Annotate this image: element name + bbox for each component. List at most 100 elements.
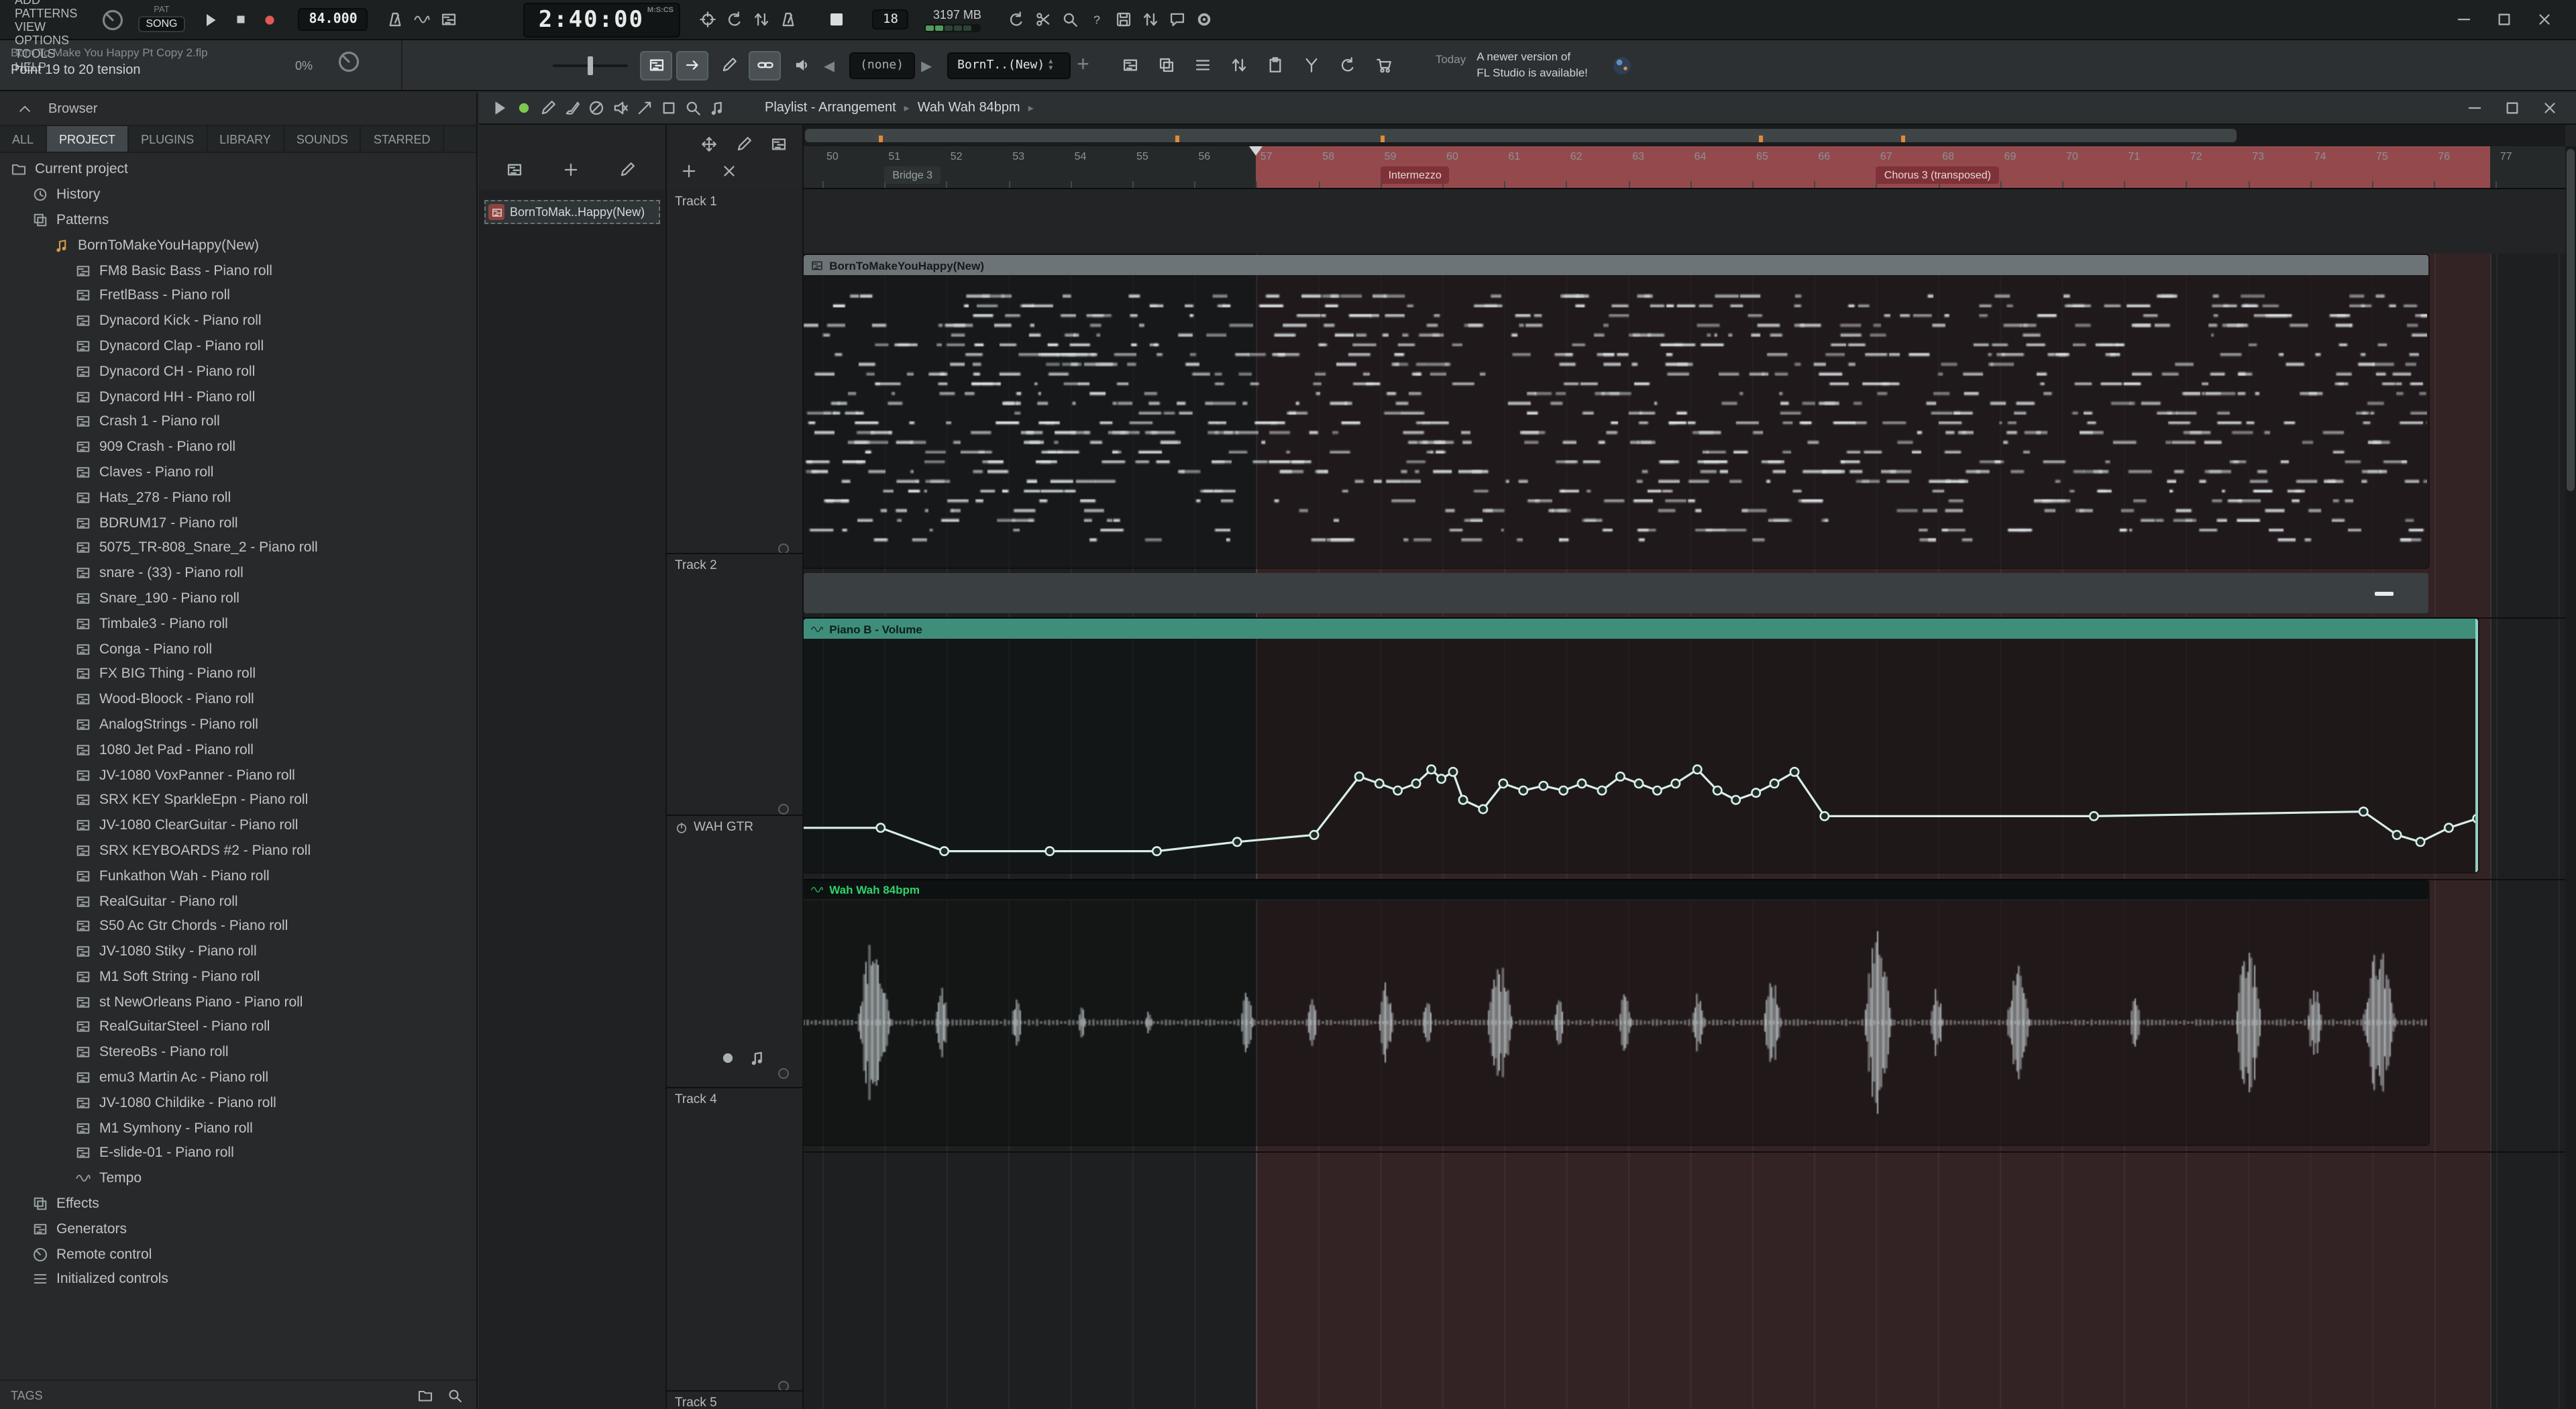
browser-item[interactable]: BDRUM17 - Piano roll: [0, 510, 476, 535]
menu-add[interactable]: ADD: [8, 0, 84, 6]
chat-icon[interactable]: [1164, 6, 1191, 33]
clipboard-icon[interactable]: [1260, 50, 1292, 80]
maximize-button[interactable]: [2490, 6, 2517, 33]
timeline-ruler[interactable]: 5051525354555657585960616263646566676869…: [804, 146, 2565, 189]
browser-item[interactable]: S50 Ac Gtr Chords - Piano roll: [0, 914, 476, 939]
main-volume-knob[interactable]: [100, 7, 124, 32]
clip-ghost-strip[interactable]: [804, 573, 2428, 613]
tags-folder-icon[interactable]: [415, 1384, 436, 1406]
vscroll-handle[interactable]: [2567, 149, 2575, 491]
track-name[interactable]: Track 4: [675, 1092, 717, 1107]
paint-tool-icon[interactable]: [559, 96, 584, 120]
track-name[interactable]: Track 2: [675, 558, 717, 573]
tab-plugins[interactable]: PLUGINS: [129, 126, 207, 152]
timeline-marker[interactable]: Chorus 3 (transposed): [1876, 166, 1999, 184]
zoom-tool-icon[interactable]: [680, 96, 704, 120]
clip-title-bar[interactable]: Wah Wah 84bpm: [804, 880, 2428, 900]
menu-view[interactable]: VIEW: [8, 19, 84, 33]
tab-sounds[interactable]: SOUNDS: [284, 126, 362, 152]
swap-icon[interactable]: [1224, 50, 1256, 80]
shop-icon[interactable]: [1368, 50, 1401, 80]
typing-keyboard-icon[interactable]: [435, 6, 462, 33]
link-icon[interactable]: [749, 50, 781, 80]
grid-options-icon[interactable]: [765, 130, 792, 157]
slice-tool-icon[interactable]: [632, 96, 656, 120]
browser-item[interactable]: 5075_TR-808_Snare_2 - Piano roll: [0, 535, 476, 561]
browser-item[interactable]: Dynacord Clap - Piano roll: [0, 333, 476, 359]
clip-title-bar[interactable]: Piano B - Volume: [804, 619, 2475, 639]
preview-speaker-icon[interactable]: [785, 50, 817, 80]
browser-item[interactable]: Timbale3 - Piano roll: [0, 611, 476, 637]
pattern-picker-item[interactable]: BornToMak..Happy(New): [484, 200, 660, 224]
playlist-arrangement-name[interactable]: Wah Wah 84bpm: [918, 101, 1020, 115]
hint-knob[interactable]: [337, 50, 361, 74]
browser-item[interactable]: Hats_278 - Piano roll: [0, 485, 476, 511]
browser-item[interactable]: Initialized controls: [0, 1267, 476, 1292]
chevron-left-icon[interactable]: ◂: [824, 52, 835, 79]
menu-patterns[interactable]: PATTERNS: [8, 6, 84, 19]
mute-tool-icon[interactable]: [608, 96, 632, 120]
draw-mode-icon[interactable]: [676, 50, 708, 80]
pattern-clip[interactable]: BornToMakeYouHappy(New): [804, 255, 2428, 568]
overdub-icon[interactable]: [747, 6, 774, 33]
play-button[interactable]: [196, 7, 225, 32]
browser-item[interactable]: Funkathon Wah - Piano roll: [0, 864, 476, 889]
pattern-clip-body[interactable]: [804, 275, 2428, 568]
browser-item[interactable]: History: [0, 182, 476, 208]
browser-item[interactable]: RealGuitar - Piano roll: [0, 888, 476, 914]
cut-icon[interactable]: [1030, 6, 1057, 33]
picker-draw-icon[interactable]: [613, 156, 640, 182]
browser-item[interactable]: Patterns: [0, 207, 476, 233]
draw-tool-icon[interactable]: [535, 96, 559, 120]
hscroll-handle[interactable]: [805, 129, 2237, 142]
chevron-right-icon[interactable]: ▸: [921, 52, 932, 79]
help-icon[interactable]: ?: [1083, 6, 1110, 33]
browser-item[interactable]: Dynacord HH - Piano roll: [0, 384, 476, 409]
pattern-number-display[interactable]: 18: [872, 9, 909, 30]
audio-clip-body[interactable]: [804, 900, 2428, 1145]
keyboard-indicator-icon[interactable]: [830, 13, 843, 25]
instrument-icon[interactable]: [747, 1048, 766, 1067]
browser-item[interactable]: Claves - Piano roll: [0, 460, 476, 485]
tempo-display[interactable]: 84.000: [298, 8, 368, 31]
close-button[interactable]: [2530, 6, 2557, 33]
pencil-tool-icon[interactable]: [712, 50, 745, 80]
browser-item[interactable]: StereoBs - Piano roll: [0, 1040, 476, 1065]
delete-tool-icon[interactable]: [584, 96, 608, 120]
main-pitch-slider[interactable]: [553, 52, 628, 79]
playlist-menu-icon[interactable]: [487, 96, 511, 120]
record-icon[interactable]: [511, 96, 535, 120]
browser-item[interactable]: JV-1080 Stiky - Piano roll: [0, 939, 476, 964]
stop-button[interactable]: [225, 7, 255, 32]
browser-item[interactable]: 1080 Jet Pad - Piano roll: [0, 737, 476, 763]
browser-item[interactable]: Generators: [0, 1216, 476, 1242]
save-icon[interactable]: [1110, 6, 1137, 33]
browser-item[interactable]: SRX KEYBOARDS #2 - Piano roll: [0, 838, 476, 864]
metronome-icon[interactable]: [382, 6, 409, 33]
clip-title-bar[interactable]: BornToMakeYouHappy(New): [804, 255, 2428, 275]
browser-item[interactable]: Conga - Piano roll: [0, 636, 476, 662]
browser-item[interactable]: Current project: [0, 157, 476, 182]
pattern-spinner[interactable]: ▲▼: [1049, 58, 1053, 72]
browser-item[interactable]: M1 Soft String - Piano roll: [0, 964, 476, 990]
playlist-minimize-button[interactable]: [2461, 95, 2487, 121]
timeline-marker[interactable]: Intermezzo: [1381, 166, 1450, 184]
timeline-marker[interactable]: Bridge 3: [884, 166, 941, 184]
picker-panel-icon[interactable]: [1151, 50, 1183, 80]
track-list-icon[interactable]: [1187, 50, 1220, 80]
pattern-grid-icon[interactable]: [1115, 50, 1147, 80]
arm-record-icon[interactable]: [718, 1048, 737, 1067]
browser-item[interactable]: AnalogStrings - Piano roll: [0, 712, 476, 737]
add-track-button[interactable]: [675, 157, 702, 184]
power-icon[interactable]: [675, 821, 688, 834]
browser-item[interactable]: SRX KEY SparkleEpn - Piano roll: [0, 788, 476, 813]
browser-item[interactable]: Snare_190 - Piano roll: [0, 586, 476, 611]
news-icon[interactable]: [1612, 54, 1633, 76]
browser-item[interactable]: RealGuitarSteel - Piano roll: [0, 1014, 476, 1040]
automation-clip-body[interactable]: [804, 639, 2475, 872]
wait-input-icon[interactable]: [774, 6, 801, 33]
automation-curve[interactable]: [804, 639, 2477, 872]
track-name[interactable]: Track 5: [675, 1396, 717, 1409]
update-notification[interactable]: Today A newer version of FL Studio is av…: [1436, 50, 1588, 80]
record-button[interactable]: [255, 7, 284, 32]
